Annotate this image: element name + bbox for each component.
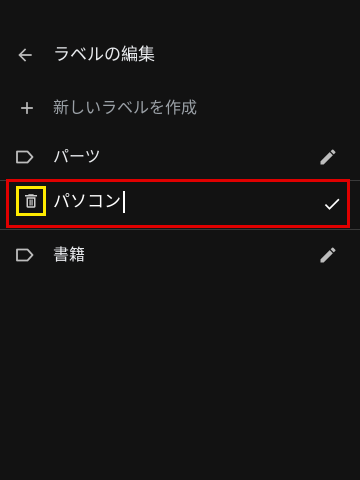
divider (0, 229, 360, 230)
create-label-row[interactable]: 新しいラベルを作成 (0, 93, 360, 123)
arrow-back-icon (18, 48, 32, 62)
label-row-parts[interactable]: パーツ (0, 139, 360, 175)
label-name-input-value: パソコン (53, 192, 121, 212)
pencil-icon (320, 247, 336, 263)
back-button[interactable] (12, 42, 38, 68)
label-name: パーツ (53, 147, 101, 166)
label-row-editing: パソコン (6, 179, 350, 228)
page-title: ラベルの編集 (53, 45, 155, 65)
edit-label-button[interactable] (316, 243, 340, 267)
label-outline-icon (16, 248, 34, 262)
create-label-text: 新しいラベルを作成 (53, 98, 198, 117)
edit-label-button[interactable] (316, 145, 340, 169)
text-caret (123, 191, 125, 213)
delete-label-button[interactable] (16, 186, 46, 216)
trash-icon (25, 194, 37, 208)
label-outline-icon (16, 150, 34, 164)
label-row-books[interactable]: 書籍 (0, 237, 360, 273)
confirm-button[interactable] (320, 192, 344, 216)
label-name-input[interactable]: パソコン (53, 190, 125, 214)
plus-icon (21, 102, 33, 114)
pencil-icon (320, 149, 336, 165)
label-name: 書籍 (53, 245, 86, 264)
check-icon (324, 198, 340, 210)
